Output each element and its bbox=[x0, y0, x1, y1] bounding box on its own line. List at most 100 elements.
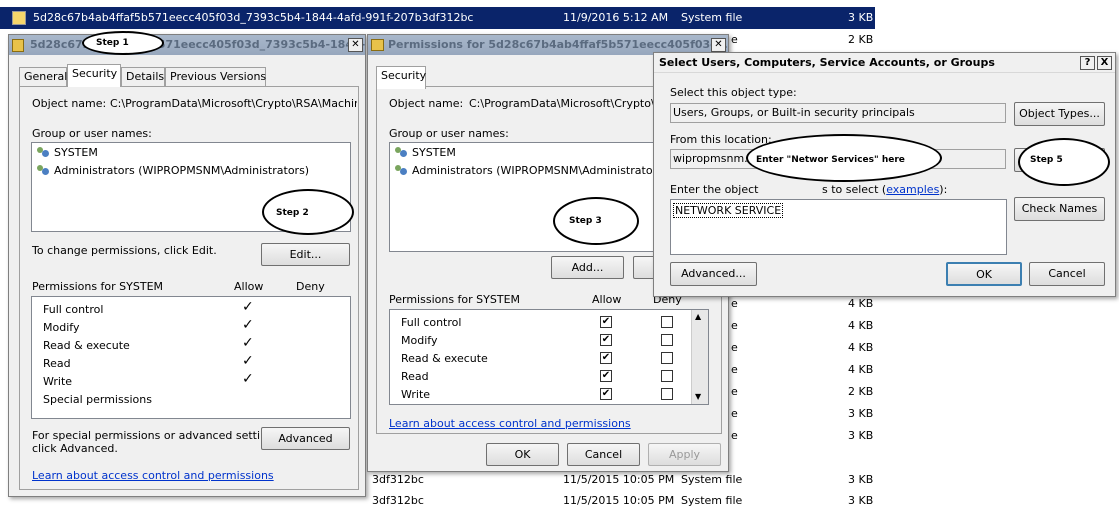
tab-details[interactable]: Details bbox=[121, 67, 165, 86]
special-permissions-text-2: click Advanced. bbox=[32, 442, 118, 455]
file-type: System file bbox=[681, 11, 743, 24]
learn-more-link[interactable]: Learn about access control and permissio… bbox=[32, 469, 274, 482]
permissions-for-label: Permissions for SYSTEM bbox=[389, 293, 521, 306]
object-names-input[interactable]: NETWORK SERVICE bbox=[670, 199, 1007, 255]
examples-link[interactable]: examples bbox=[886, 183, 939, 196]
advanced-button[interactable]: Advanced... bbox=[670, 262, 757, 286]
file-date: 11/9/2016 5:12 AM bbox=[563, 11, 669, 24]
properties-tabs: General Security Details Previous Versio… bbox=[19, 64, 359, 87]
permission-row: Write bbox=[43, 375, 73, 388]
deny-header: Deny bbox=[296, 280, 325, 293]
properties-titlebar[interactable]: 5d28c67b4ab4ffaf5b571eecc405f03d_7393c5b… bbox=[9, 35, 365, 55]
file-size: 4 KB bbox=[848, 319, 874, 332]
checkmark-icon: ✓ bbox=[242, 353, 254, 369]
file-name: 3df312bc bbox=[372, 473, 424, 486]
permission-row: Read bbox=[43, 357, 71, 370]
file-type-fragment: e bbox=[731, 429, 738, 442]
group-label: Group or user names: bbox=[389, 127, 509, 140]
file-type-fragment: e bbox=[731, 297, 738, 310]
step3-text: Step 3 bbox=[569, 216, 602, 226]
enter-label-part: Enter the object bbox=[670, 183, 762, 196]
tab-general[interactable]: General bbox=[19, 67, 67, 86]
tab-security[interactable]: Security bbox=[67, 64, 121, 87]
checkmark-icon: ✓ bbox=[242, 371, 254, 387]
user-group-icon bbox=[394, 165, 408, 177]
file-type-fragment: e bbox=[731, 407, 738, 420]
step1-callout: Step 1 bbox=[82, 31, 164, 55]
special-permissions-text: For special permissions or advanced sett… bbox=[32, 429, 284, 442]
cancel-button[interactable]: Cancel bbox=[567, 443, 640, 466]
step5-text: Step 5 bbox=[1030, 155, 1063, 165]
step3-callout: Step 3 bbox=[553, 197, 639, 245]
user-group-icon bbox=[36, 147, 50, 159]
user-item-system[interactable]: SYSTEM bbox=[54, 146, 98, 159]
deny-checkbox[interactable] bbox=[661, 334, 673, 346]
close-icon[interactable]: ✕ bbox=[348, 38, 363, 52]
advanced-button[interactable]: Advanced bbox=[261, 427, 350, 450]
scrollbar[interactable]: ▲ ▼ bbox=[691, 310, 708, 404]
object-types-button[interactable]: Object Types... bbox=[1014, 102, 1105, 126]
deny-checkbox[interactable] bbox=[661, 352, 673, 364]
file-type-fragment: e bbox=[731, 33, 738, 46]
permissions-list: Full control Modify Read & execute Read … bbox=[389, 309, 709, 405]
tab-previous-versions[interactable]: Previous Versions bbox=[165, 67, 266, 86]
checkmark-icon: ✓ bbox=[242, 317, 254, 333]
deny-checkbox[interactable] bbox=[661, 370, 673, 382]
allow-checkbox[interactable]: ✔ bbox=[600, 316, 612, 328]
permissions-list: Full control Modify Read & execute Read … bbox=[31, 296, 351, 419]
permission-row: Full control bbox=[401, 316, 462, 329]
file-size: 4 KB bbox=[848, 341, 874, 354]
apply-button[interactable]: Apply bbox=[648, 443, 721, 466]
object-type-label: Select this object type: bbox=[670, 86, 797, 99]
user-group-icon bbox=[36, 165, 50, 177]
folder-icon bbox=[371, 39, 384, 51]
user-item-administrators[interactable]: Administrators (WIPROPMSNM\Administrator… bbox=[412, 164, 667, 177]
permission-row: Read & execute bbox=[43, 339, 130, 352]
cancel-button[interactable]: Cancel bbox=[1029, 262, 1105, 286]
close-icon[interactable]: ✕ bbox=[711, 38, 726, 52]
allow-checkbox[interactable]: ✔ bbox=[600, 352, 612, 364]
help-icon[interactable]: ? bbox=[1080, 56, 1095, 70]
object-name-value: C:\ProgramData\Microsoft\Crypto\RSA bbox=[469, 97, 678, 110]
permission-row: Read & execute bbox=[401, 352, 488, 365]
check-names-button[interactable]: Check Names bbox=[1014, 197, 1105, 221]
select-users-title: Select Users, Computers, Service Account… bbox=[659, 56, 995, 69]
scroll-up-icon[interactable]: ▲ bbox=[695, 312, 701, 321]
allow-header: Allow bbox=[592, 293, 622, 306]
file-size: 3 KB bbox=[848, 11, 874, 24]
permission-row: Full control bbox=[43, 303, 104, 316]
enter-hint-callout: Enter "Networ Services" here bbox=[746, 134, 942, 182]
ok-button[interactable]: OK bbox=[486, 443, 559, 466]
enter-label-part: s to select ( bbox=[821, 183, 887, 196]
file-size: 2 KB bbox=[848, 385, 874, 398]
allow-checkbox[interactable]: ✔ bbox=[600, 334, 612, 346]
deny-checkbox[interactable] bbox=[661, 316, 673, 328]
deny-checkbox[interactable] bbox=[661, 388, 673, 400]
file-size: 3 KB bbox=[848, 407, 874, 420]
edit-button[interactable]: Edit... bbox=[261, 243, 350, 266]
select-users-titlebar[interactable]: Select Users, Computers, Service Account… bbox=[654, 53, 1115, 73]
allow-header: Allow bbox=[234, 280, 264, 293]
file-row-selected[interactable]: 5d28c67b4ab4ffaf5b571eecc405f03d_7393c5b… bbox=[0, 7, 875, 29]
allow-checkbox[interactable]: ✔ bbox=[600, 370, 612, 382]
scroll-down-icon[interactable]: ▼ bbox=[695, 392, 701, 401]
permission-row: Modify bbox=[401, 334, 438, 347]
location-label: From this location: bbox=[670, 133, 772, 146]
ok-button[interactable]: OK bbox=[946, 262, 1022, 286]
file-name: 5d28c67b4ab4ffaf5b571eecc405f03d_7393c5b… bbox=[33, 11, 474, 24]
add-button[interactable]: Add... bbox=[551, 256, 624, 279]
object-name-value: C:\ProgramData\Microsoft\Crypto\RSA\Mach… bbox=[110, 97, 357, 110]
properties-title: 5d28c67b4ab4ffaf5b571eecc405f03d_7393c5b… bbox=[30, 38, 365, 51]
tab-security[interactable]: Security bbox=[376, 66, 426, 89]
file-type: System file bbox=[681, 473, 743, 486]
group-label: Group or user names: bbox=[32, 127, 152, 140]
user-item-administrators[interactable]: Administrators (WIPROPMSNM\Administrator… bbox=[54, 164, 309, 177]
permission-row: Write bbox=[401, 388, 431, 401]
close-icon[interactable]: X bbox=[1097, 56, 1112, 70]
allow-checkbox[interactable]: ✔ bbox=[600, 388, 612, 400]
user-item-system[interactable]: SYSTEM bbox=[412, 146, 456, 159]
user-group-icon bbox=[394, 147, 408, 159]
file-size: 2 KB bbox=[848, 33, 874, 46]
learn-more-link[interactable]: Learn about access control and permissio… bbox=[389, 417, 631, 430]
properties-dialog: 5d28c67b4ab4ffaf5b571eecc405f03d_7393c5b… bbox=[8, 34, 366, 497]
